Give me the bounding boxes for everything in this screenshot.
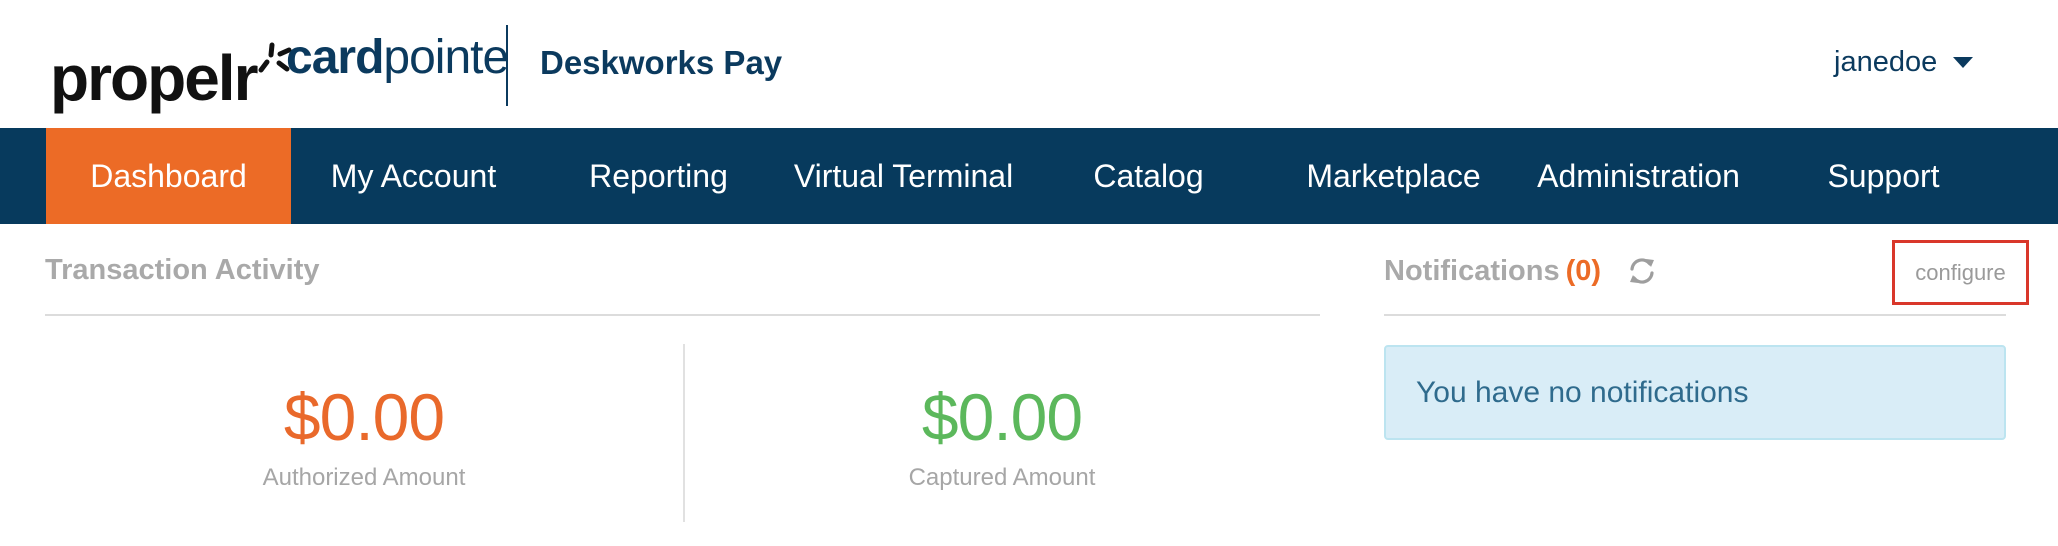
cardpointe-logo: cardpointe bbox=[286, 31, 509, 84]
notifications-divider bbox=[1384, 314, 2006, 316]
header: propelr cardpointe Deskworks Pay janedoe bbox=[0, 0, 2058, 128]
nav-item-reporting[interactable]: Reporting bbox=[536, 128, 781, 224]
nav-item-marketplace[interactable]: Marketplace bbox=[1271, 128, 1516, 224]
chevron-down-icon bbox=[1953, 57, 1974, 68]
notifications-count: (0) bbox=[1565, 254, 1602, 287]
nav-item-support[interactable]: Support bbox=[1761, 128, 2006, 224]
logo-divider bbox=[506, 25, 508, 106]
nav-item-administration[interactable]: Administration bbox=[1516, 128, 1761, 224]
transaction-activity-divider bbox=[45, 314, 1320, 316]
app-name: Deskworks Pay bbox=[540, 44, 783, 81]
username-label: janedoe bbox=[1834, 46, 1938, 78]
authorized-amount-value: $0.00 bbox=[283, 380, 445, 454]
transaction-activity-title: Transaction Activity bbox=[45, 254, 320, 286]
captured-amount-panel: $0.00 Captured Amount bbox=[722, 384, 1282, 490]
notifications-header: Notifications (0) bbox=[1384, 256, 1657, 286]
main-nav: Dashboard My Account Reporting Virtual T… bbox=[0, 128, 2058, 224]
authorized-amount-label: Authorized Amount bbox=[262, 464, 466, 491]
cardpointe-logo-light: pointe bbox=[383, 31, 509, 84]
notifications-empty-alert: You have no notifications bbox=[1384, 345, 2006, 440]
nav-item-virtual-terminal[interactable]: Virtual Terminal bbox=[781, 128, 1026, 224]
authorized-amount-panel: $0.00 Authorized Amount bbox=[84, 384, 644, 490]
captured-amount-label: Captured Amount bbox=[908, 464, 1096, 491]
amount-divider bbox=[683, 344, 685, 522]
propelr-logo-text: propelr bbox=[50, 42, 258, 114]
nav-item-dashboard[interactable]: Dashboard bbox=[46, 128, 291, 224]
nav-item-catalog[interactable]: Catalog bbox=[1026, 128, 1271, 224]
nav-item-my-account[interactable]: My Account bbox=[291, 128, 536, 224]
refresh-icon[interactable] bbox=[1627, 256, 1657, 286]
captured-amount-value: $0.00 bbox=[921, 380, 1083, 454]
cardpointe-logo-bold: card bbox=[286, 31, 384, 84]
propelr-logo[interactable]: propelr bbox=[50, 20, 292, 110]
notifications-title: Notifications bbox=[1384, 254, 1560, 287]
user-menu[interactable]: janedoe bbox=[1834, 46, 1974, 78]
configure-button[interactable]: configure bbox=[1892, 240, 2029, 305]
